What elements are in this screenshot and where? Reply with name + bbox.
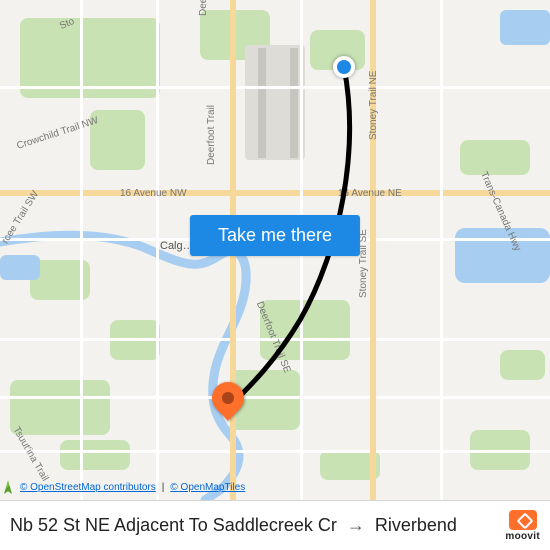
map-container: Crowchild Trail NW 16 Avenue NW 16 Avenu…	[0, 0, 550, 550]
park-area	[500, 350, 545, 380]
runway	[290, 48, 298, 158]
osm-attribution-link[interactable]: © OpenStreetMap contributors	[20, 482, 156, 493]
map-surface[interactable]: Crowchild Trail NW 16 Avenue NW 16 Avenu…	[0, 0, 550, 550]
destination-marker-icon[interactable]	[212, 382, 244, 414]
highway	[370, 0, 376, 550]
road	[440, 0, 443, 550]
water-body	[455, 228, 550, 283]
park-area	[460, 140, 530, 175]
moovit-logo[interactable]: moovit	[505, 510, 540, 542]
park-area	[60, 440, 130, 470]
leaflet-icon	[4, 480, 12, 494]
bottom-bar: Nb 52 St NE Adjacent To Saddlecreek Cr →…	[0, 500, 550, 550]
arrow-right-icon: →	[347, 515, 365, 536]
highway	[230, 0, 236, 550]
separator: |	[162, 482, 165, 493]
park-area	[10, 380, 110, 435]
road	[156, 0, 159, 550]
origin-marker-icon[interactable]	[333, 56, 355, 78]
water-body	[0, 255, 40, 280]
runway	[258, 48, 266, 158]
origin-label: Nb 52 St NE Adjacent To Saddlecreek Cr	[10, 515, 337, 536]
moovit-mark-icon	[509, 510, 537, 530]
moovit-name: moovit	[505, 532, 540, 542]
route-summary: Nb 52 St NE Adjacent To Saddlecreek Cr →…	[10, 515, 495, 536]
map-attribution: © OpenStreetMap contributors | © OpenMap…	[4, 480, 245, 494]
water-body	[500, 10, 550, 45]
park-area	[260, 300, 350, 360]
openmaptiles-attribution-link[interactable]: © OpenMapTiles	[170, 482, 245, 493]
take-me-there-button[interactable]: Take me there	[190, 215, 360, 256]
destination-label: Riverbend	[375, 515, 457, 536]
road	[80, 0, 83, 550]
road	[300, 0, 303, 550]
park-area	[90, 110, 145, 170]
